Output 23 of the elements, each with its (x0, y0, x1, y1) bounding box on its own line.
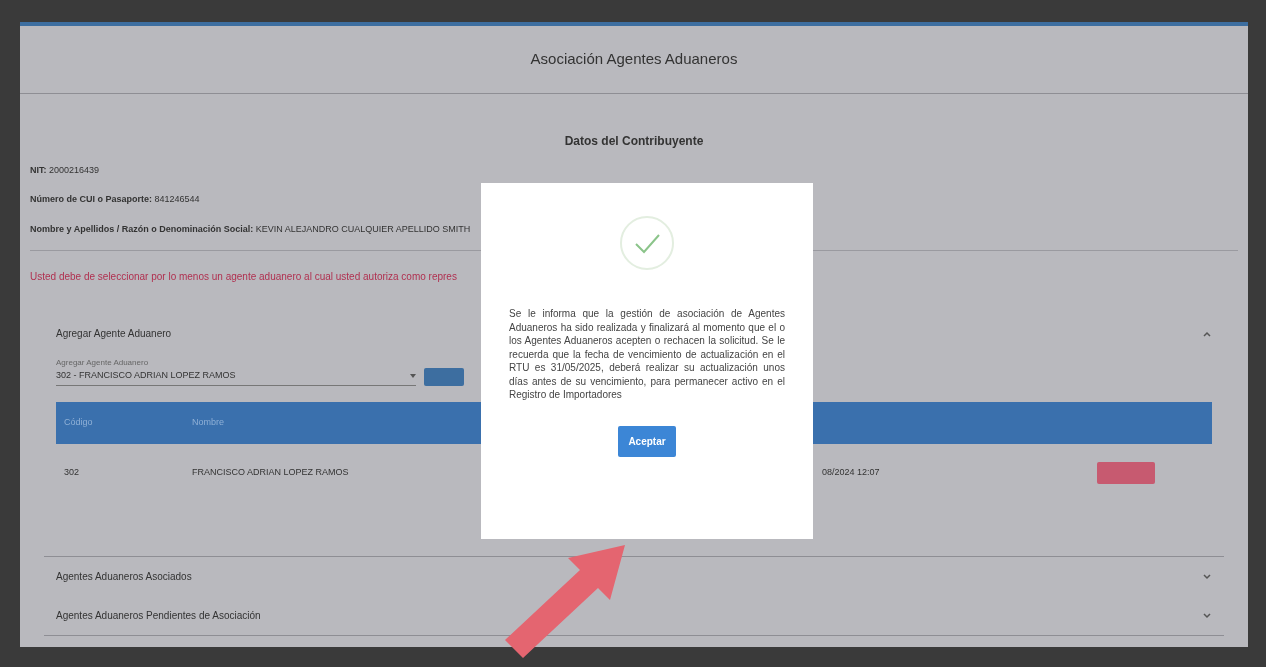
accept-button[interactable]: Aceptar (618, 425, 676, 457)
column-header: Código (63, 415, 94, 429)
checkmark-icon (619, 215, 675, 271)
info-line: NIT: 2000216439 (30, 163, 101, 177)
warning-text: Usted debe de seleccionar por lo menos un agente aduanero al cual usted autoriza como repres (29, 270, 458, 284)
page-title: Asociación Agentes Aduaneros (20, 26, 1248, 94)
dialog-message: Se le informa que la gestión de asociación de Agentes Aduaneros ha sido realizada y finalizará al momento que el o los Agentes Aduaneros acepten o rechacen la solicitud. Se le recuerda que la fecha de vencimiento de actualización en el RTU es 31/05/2025, deberá realizar su actualización unos días antes de su vencimiento, para permanecer activo en el Registro de Importadores (509, 307, 785, 402)
dropdown-icon (410, 373, 416, 378)
agent-select[interactable]: Agregar Agente Aduanero 302 - FRANCISCO ADRIAN LOPEZ RAMOS (56, 357, 416, 386)
add-button[interactable] (424, 367, 464, 386)
select-value: 302 - FRANCISCO ADRIAN LOPEZ RAMOS (56, 369, 236, 382)
accordion-title[interactable]: Agentes Aduaneros Asociados (56, 568, 192, 584)
table-cell-text: FRANCISCO ADRIAN LOPEZ RAMOS (192, 465, 350, 479)
section-title: Datos del Contribuyente (563, 132, 705, 150)
info-line: Nombre y Apellidos / Razón o Denominación Social: KEVIN ALEJANDRO CUALQUIER APELLIDO SMITH (30, 222, 472, 236)
info-line: Número de CUI o Pasaporte: 841246544 (30, 193, 201, 206)
table-cell-text: 302 (63, 465, 81, 479)
select-label: Agregar Agente Aduanero (56, 357, 150, 369)
column-header: Nombre (192, 415, 224, 429)
delete-button[interactable] (1097, 461, 1155, 484)
table-cell-text: 08/2024 12:07 (822, 465, 881, 479)
accordion-title[interactable]: Agregar Agente Aduanero (56, 326, 172, 341)
accordion-title[interactable]: Agentes Aduaneros Pendientes de Asociación (56, 607, 261, 623)
